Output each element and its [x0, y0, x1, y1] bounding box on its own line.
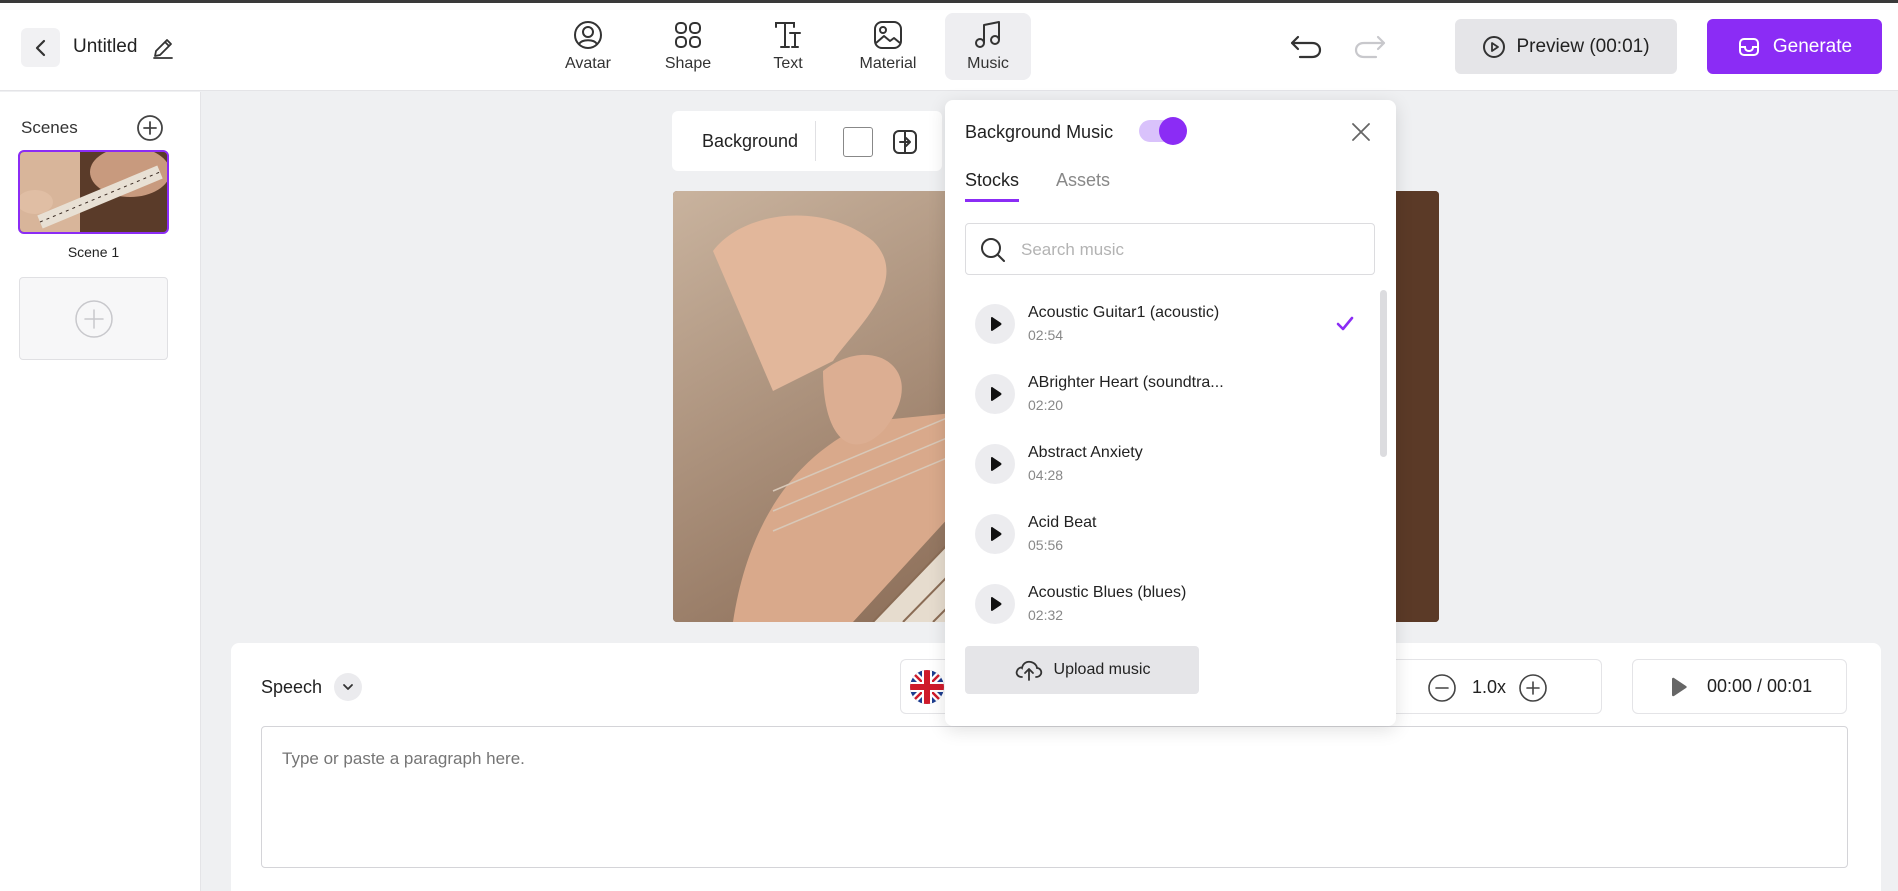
upload-music-button[interactable]: Upload music — [965, 646, 1199, 694]
tool-avatar[interactable]: Avatar — [545, 13, 631, 80]
speech-time: 00:00 / 00:01 — [1707, 676, 1813, 696]
play-icon[interactable] — [1667, 676, 1689, 698]
scenes-sidebar: Scenes Scene 1 — [0, 92, 201, 891]
tab-stocks[interactable]: Stocks — [965, 170, 1020, 202]
tool-music[interactable]: Music — [945, 13, 1031, 80]
track-play-button[interactable] — [975, 444, 1015, 484]
add-scene-button[interactable] — [19, 277, 168, 360]
track-duration: 05:56 — [1028, 537, 1064, 553]
track-duration: 02:32 — [1028, 607, 1064, 623]
track-name: Abstract Anxiety — [1028, 444, 1143, 461]
chevron-left-icon — [35, 39, 45, 56]
cloud-upload-icon — [1015, 660, 1042, 681]
track-name: Acoustic Blues (blues) — [1028, 584, 1187, 601]
tool-material-label: Material — [859, 55, 917, 72]
uk-flag-icon — [909, 669, 944, 704]
music-search-box — [965, 223, 1375, 275]
speed-control: 1.0x — [1371, 659, 1602, 714]
music-track-item[interactable]: Acoustic Blues (blues) 02:32 — [965, 570, 1365, 625]
plus-circle-icon[interactable] — [136, 114, 164, 142]
music-track-item[interactable]: Abstract Anxiety 04:28 — [965, 430, 1365, 500]
minus-circle-icon[interactable] — [1427, 673, 1457, 703]
tool-material[interactable]: Material — [845, 13, 931, 80]
shapes-icon — [675, 22, 701, 48]
speech-label: Speech — [261, 677, 323, 697]
preview-label: Preview (00:01) — [1516, 35, 1650, 57]
search-icon — [981, 238, 1005, 262]
music-track-item[interactable]: Acoustic Guitar1 (acoustic) 02:54 — [965, 290, 1365, 360]
track-duration: 02:20 — [1028, 397, 1064, 413]
tab-assets[interactable]: Assets — [1056, 170, 1110, 199]
replace-image-icon[interactable] — [890, 127, 920, 157]
background-toolbar: Background — [672, 111, 942, 171]
background-color-swatch[interactable] — [843, 127, 873, 157]
scenes-title: Scenes — [21, 118, 78, 137]
pencil-icon[interactable] — [150, 35, 176, 61]
text-icon — [775, 22, 801, 48]
speed-value: 1.0x — [1472, 677, 1507, 697]
track-play-button[interactable] — [975, 304, 1015, 344]
tool-shape-label: Shape — [664, 55, 712, 72]
music-track-item[interactable]: ABrighter Heart (soundtra... 02:20 — [965, 360, 1365, 430]
avatar-icon — [574, 21, 602, 49]
plus-circle-icon — [74, 299, 113, 338]
play-icon — [991, 597, 1002, 611]
checkmark-icon — [1336, 316, 1354, 331]
plus-circle-icon[interactable] — [1518, 673, 1548, 703]
divider — [815, 121, 816, 161]
music-panel-title: Background Music — [965, 122, 1114, 142]
background-music-panel: Background Music Stocks Assets Acoustic … — [945, 100, 1396, 726]
preview-button[interactable]: Preview (00:01) — [1455, 19, 1677, 74]
track-play-button[interactable] — [975, 584, 1015, 624]
tool-avatar-label: Avatar — [565, 55, 611, 72]
tool-music-label: Music — [967, 55, 1009, 72]
tool-shape[interactable]: Shape — [645, 13, 731, 80]
music-track-item[interactable]: Acid Beat 05:56 — [965, 500, 1365, 570]
tool-text-label: Text — [773, 55, 803, 72]
upload-music-label: Upload music — [1053, 661, 1151, 678]
track-duration: 02:54 — [1028, 327, 1064, 343]
track-name: Acid Beat — [1028, 514, 1097, 531]
track-name: Acoustic Guitar1 (acoustic) — [1028, 304, 1220, 321]
play-icon — [991, 457, 1002, 471]
generate-label: Generate — [1772, 35, 1853, 57]
track-duration: 04:28 — [1028, 467, 1064, 483]
undo-icon[interactable] — [1288, 31, 1324, 63]
track-list-scrollbar[interactable] — [1380, 290, 1387, 457]
scene-thumbnail[interactable] — [18, 150, 169, 234]
project-title[interactable]: Untitled — [73, 36, 137, 58]
play-icon — [991, 317, 1002, 331]
track-play-button[interactable] — [975, 514, 1015, 554]
scene-name: Scene 1 — [67, 244, 120, 260]
generate-button[interactable]: Generate — [1707, 19, 1882, 74]
background-label[interactable]: Background — [702, 131, 798, 152]
music-search-input[interactable] — [1021, 236, 1361, 264]
track-name: ABrighter Heart (soundtra... — [1028, 374, 1224, 391]
toggle-knob — [1159, 117, 1187, 145]
guitar-thumbnail-image — [20, 152, 167, 232]
redo-icon[interactable] — [1352, 31, 1388, 63]
close-icon[interactable] — [1349, 120, 1373, 144]
track-play-button[interactable] — [975, 374, 1015, 414]
music-note-icon — [975, 21, 1000, 48]
image-icon — [874, 21, 902, 49]
chevron-down-icon — [343, 684, 353, 690]
back-button[interactable] — [21, 28, 60, 67]
tool-text[interactable]: Text — [745, 13, 831, 80]
background-music-toggle[interactable] — [1139, 117, 1187, 145]
play-circle-icon — [1483, 35, 1506, 58]
play-icon — [991, 527, 1002, 541]
inbox-icon — [1738, 37, 1759, 56]
speech-textarea[interactable] — [261, 726, 1848, 868]
speech-playback: 00:00 / 00:01 — [1632, 659, 1847, 714]
top-toolbar: Untitled Avatar Shape Text Material Musi… — [0, 3, 1898, 91]
play-icon — [991, 387, 1002, 401]
speech-dropdown-button[interactable] — [334, 673, 362, 701]
music-track-list: Acoustic Guitar1 (acoustic) 02:54 ABrigh… — [965, 290, 1365, 625]
